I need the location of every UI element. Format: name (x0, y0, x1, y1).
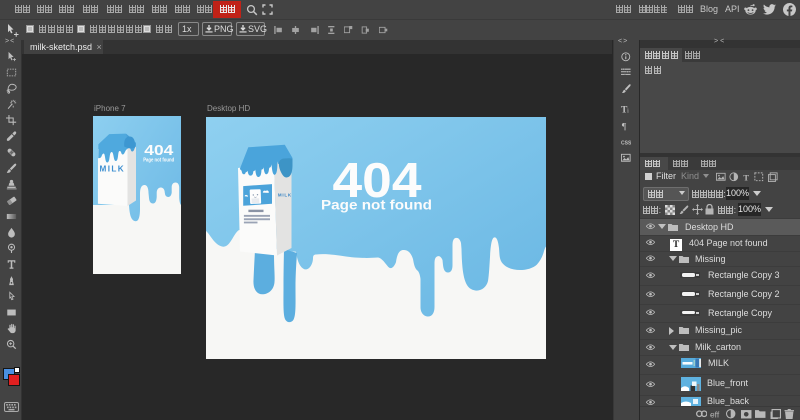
svg-text:i: i (627, 109, 629, 114)
svg-text:CSS: CSS (621, 141, 631, 147)
svg-text:Page not found: Page not found (321, 197, 432, 212)
svg-text:eff: eff (710, 409, 720, 419)
svg-text:Page not found: Page not found (143, 158, 174, 164)
svg-text:MILK: MILK (100, 165, 126, 174)
svg-text:T: T (743, 172, 749, 182)
svg-text:MILK: MILK (278, 193, 292, 198)
svg-text:¶: ¶ (622, 122, 627, 131)
